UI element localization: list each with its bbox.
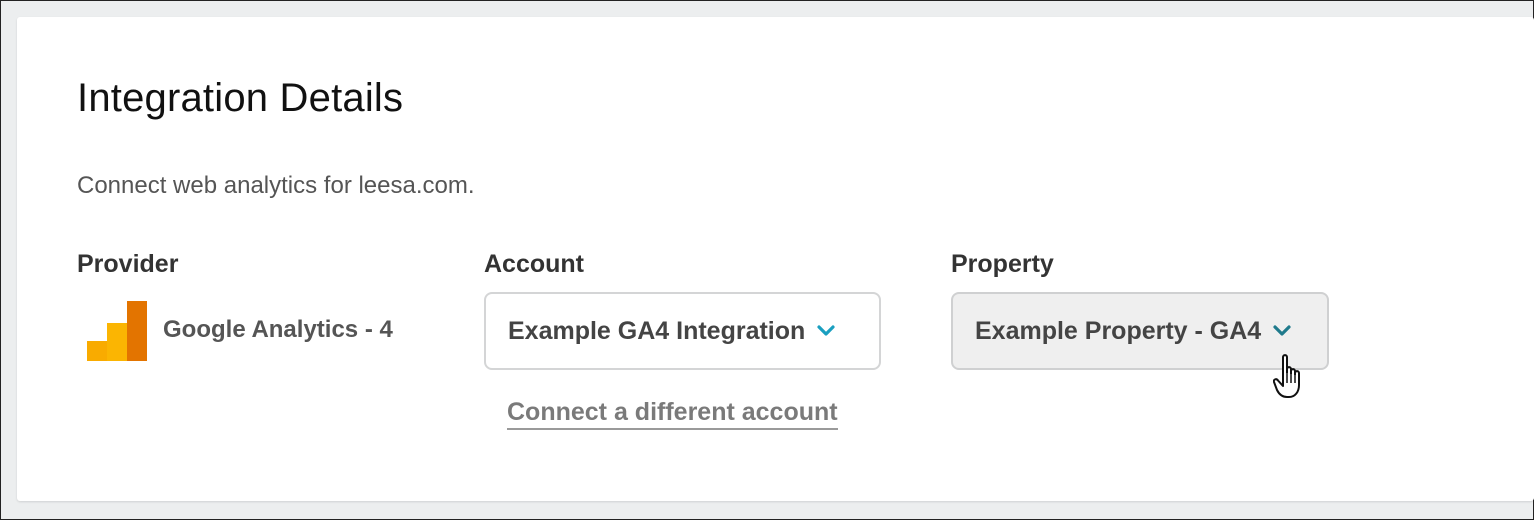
property-label: Property	[951, 250, 1054, 278]
property-select-value: Example Property - GA4	[975, 317, 1262, 345]
provider-name: Google Analytics - 4	[163, 316, 393, 343]
connect-different-account-link[interactable]: Connect a different account	[507, 397, 838, 430]
page-subtitle: Connect web analytics for leesa.com.	[77, 172, 475, 199]
window-frame: Integration Details Connect web analytic…	[0, 0, 1534, 520]
chevron-down-icon	[1273, 325, 1291, 336]
chevron-down-icon	[817, 325, 835, 336]
account-label: Account	[484, 250, 584, 278]
google-analytics-icon	[87, 301, 147, 361]
account-select-value: Example GA4 Integration	[508, 317, 806, 345]
hand-cursor-icon	[1273, 354, 1300, 398]
account-select[interactable]: Example GA4 Integration	[484, 292, 881, 370]
provider-label: Provider	[77, 250, 179, 278]
page-title: Integration Details	[77, 76, 404, 120]
integration-details-card: Integration Details Connect web analytic…	[17, 17, 1534, 501]
